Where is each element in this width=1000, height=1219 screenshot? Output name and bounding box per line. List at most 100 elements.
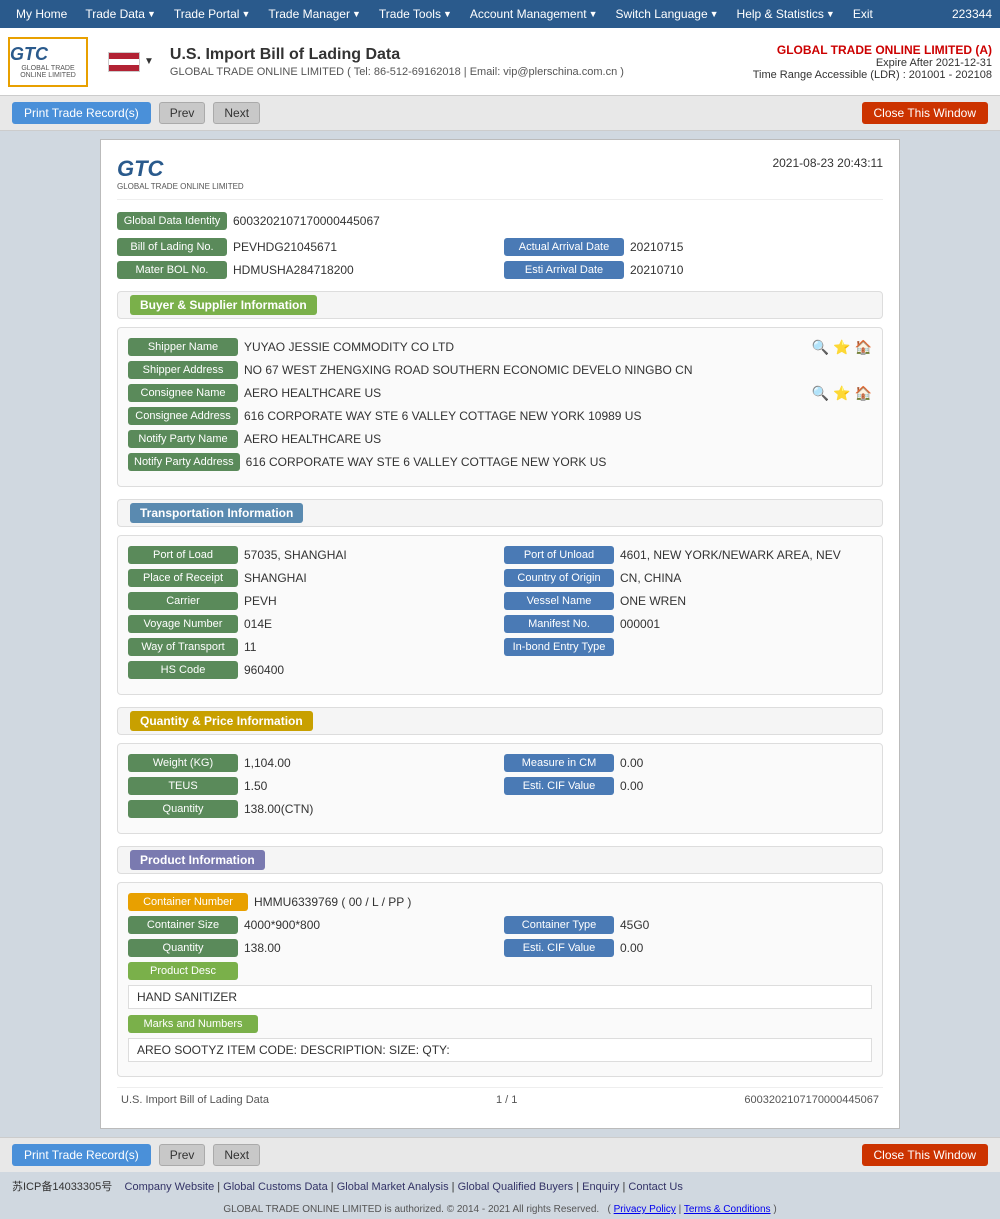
- nav-trade-data[interactable]: Trade Data ▼: [77, 3, 164, 25]
- nav-trade-portal[interactable]: Trade Portal ▼: [166, 3, 259, 25]
- teus-cif-row: TEUS 1.50 Esti. CIF Value 0.00: [128, 777, 872, 795]
- prod-esti-cif-value: 0.00: [620, 941, 872, 955]
- port-of-unload-col: Port of Unload 4601, NEW YORK/NEWARK ARE…: [504, 546, 872, 564]
- container-type-label: Container Type: [504, 916, 614, 934]
- title-area: U.S. Import Bill of Lading Data GLOBAL T…: [170, 46, 753, 78]
- footer-link-contact[interactable]: Contact Us: [628, 1181, 682, 1193]
- nav-switch-language[interactable]: Switch Language ▼: [608, 3, 727, 25]
- buyer-supplier-section: Shipper Name YUYAO JESSIE COMMODITY CO L…: [117, 327, 883, 487]
- flag-area[interactable]: ▼: [108, 52, 154, 72]
- in-bond-label: In-bond Entry Type: [504, 638, 614, 656]
- weight-value: 1,104.00: [244, 756, 496, 770]
- voyage-number-col: Voyage Number 014E: [128, 615, 496, 633]
- consignee-name-label: Consignee Name: [128, 384, 238, 402]
- consignee-name-row: Consignee Name AERO HEALTHCARE US 🔍 ⭐ 🏠: [128, 384, 872, 402]
- notify-party-addr-value: 616 CORPORATE WAY STE 6 VALLEY COTTAGE N…: [246, 455, 872, 469]
- hs-code-row: HS Code 960400: [128, 661, 872, 679]
- esti-arrival-col: Esti Arrival Date 20210710: [504, 261, 883, 279]
- nav-trade-tools[interactable]: Trade Tools ▼: [371, 3, 460, 25]
- nav-my-home[interactable]: My Home: [8, 3, 75, 25]
- nav-account-management[interactable]: Account Management ▼: [462, 3, 606, 25]
- print-button-bottom[interactable]: Print Trade Record(s): [12, 1144, 151, 1166]
- footer-icp: 苏ICP备14033305号: [12, 1181, 112, 1193]
- consignee-name-icons: 🔍 ⭐ 🏠: [812, 385, 872, 402]
- quantity-row: Quantity 138.00(CTN): [128, 800, 872, 818]
- port-row: Port of Load 57035, SHANGHAI Port of Unl…: [128, 546, 872, 564]
- consignee-search-icon[interactable]: 🔍: [812, 385, 829, 402]
- carrier-value: PEVH: [244, 594, 496, 608]
- report-logo: GTC: [117, 156, 244, 182]
- print-button-top[interactable]: Print Trade Record(s): [12, 102, 151, 124]
- consignee-addr-row: Consignee Address 616 CORPORATE WAY STE …: [128, 407, 872, 425]
- logo-area: GTC GLOBAL TRADE ONLINE LIMITED: [8, 37, 88, 87]
- prod-quantity-label: Quantity: [128, 939, 238, 957]
- shipper-search-icon[interactable]: 🔍: [812, 339, 829, 356]
- container-type-value: 45G0: [620, 918, 872, 932]
- time-range-info: Time Range Accessible (LDR) : 201001 - 2…: [753, 69, 992, 81]
- header-right: GLOBAL TRADE ONLINE LIMITED (A) Expire A…: [753, 43, 992, 81]
- shipper-home-icon[interactable]: 🏠: [855, 339, 872, 356]
- company-name: GLOBAL TRADE ONLINE LIMITED (A): [753, 43, 992, 57]
- esti-cif-col: Esti. CIF Value 0.00: [504, 777, 872, 795]
- manifest-no-label: Manifest No.: [504, 615, 614, 633]
- header-bar: GTC GLOBAL TRADE ONLINE LIMITED ▼ U.S. I…: [0, 28, 1000, 96]
- report-datetime: 2021-08-23 20:43:11: [772, 156, 883, 170]
- footer-link-buyers[interactable]: Global Qualified Buyers: [458, 1181, 574, 1193]
- logo-sub: GLOBAL TRADE ONLINE LIMITED: [10, 65, 86, 79]
- product-section-header: Product Information: [117, 846, 883, 874]
- shipper-addr-value: NO 67 WEST ZHENGXING ROAD SOUTHERN ECONO…: [244, 363, 872, 377]
- esti-arrival-label: Esti Arrival Date: [504, 261, 624, 279]
- weight-col: Weight (KG) 1,104.00: [128, 754, 496, 772]
- marks-numbers-value: AREO SOOTYZ ITEM CODE: DESCRIPTION: SIZE…: [128, 1038, 872, 1062]
- manifest-no-col: Manifest No. 000001: [504, 615, 872, 633]
- marks-numbers-row: Marks and Numbers: [128, 1015, 872, 1033]
- teus-label: TEUS: [128, 777, 238, 795]
- notify-party-name-label: Notify Party Name: [128, 430, 238, 448]
- vessel-name-value: ONE WREN: [620, 594, 872, 608]
- country-of-origin-col: Country of Origin CN, CHINA: [504, 569, 872, 587]
- close-button-bottom[interactable]: Close This Window: [862, 1144, 988, 1166]
- transportation-section-header: Transportation Information: [117, 499, 883, 527]
- measure-col: Measure in CM 0.00: [504, 754, 872, 772]
- nav-trade-manager[interactable]: Trade Manager ▼: [260, 3, 369, 25]
- receipt-origin-row: Place of Receipt SHANGHAI Country of Ori…: [128, 569, 872, 587]
- nav-help-statistics[interactable]: Help & Statistics ▼: [729, 3, 843, 25]
- footer-link-customs[interactable]: Global Customs Data: [223, 1181, 328, 1193]
- weight-label: Weight (KG): [128, 754, 238, 772]
- quantity-price-section: Weight (KG) 1,104.00 Measure in CM 0.00 …: [117, 743, 883, 834]
- privacy-policy-link[interactable]: Privacy Policy: [614, 1204, 676, 1215]
- next-button-bottom[interactable]: Next: [213, 1144, 260, 1166]
- prod-quantity-cif-row: Quantity 138.00 Esti. CIF Value 0.00: [128, 939, 872, 957]
- main-wrapper: GTC GLOBAL TRADE ONLINE LIMITED 2021-08-…: [0, 131, 1000, 1137]
- consignee-home-icon[interactable]: 🏠: [855, 385, 872, 402]
- footer-link-company[interactable]: Company Website: [125, 1181, 215, 1193]
- place-of-receipt-label: Place of Receipt: [128, 569, 238, 587]
- carrier-vessel-row: Carrier PEVH Vessel Name ONE WREN: [128, 592, 872, 610]
- footer-link-market[interactable]: Global Market Analysis: [337, 1181, 449, 1193]
- consignee-star-icon[interactable]: ⭐: [833, 385, 850, 402]
- footer-link-enquiry[interactable]: Enquiry: [582, 1181, 619, 1193]
- country-of-origin-value: CN, CHINA: [620, 571, 872, 585]
- logo-text: GTC: [10, 44, 86, 65]
- voyage-number-label: Voyage Number: [128, 615, 238, 633]
- container-number-label: Container Number: [128, 893, 248, 911]
- master-bol-col: Mater BOL No. HDMUSHA284718200: [117, 261, 496, 279]
- hs-code-value: 960400: [244, 663, 872, 677]
- terms-conditions-link[interactable]: Terms & Conditions: [684, 1204, 771, 1215]
- next-button-top[interactable]: Next: [213, 102, 260, 124]
- container-size-type-row: Container Size 4000*900*800 Container Ty…: [128, 916, 872, 934]
- master-bol-label: Mater BOL No.: [117, 261, 227, 279]
- vessel-name-label: Vessel Name: [504, 592, 614, 610]
- prev-button-bottom[interactable]: Prev: [159, 1144, 206, 1166]
- nav-items: My Home Trade Data ▼ Trade Portal ▼ Trad…: [8, 3, 881, 25]
- prev-button-top[interactable]: Prev: [159, 102, 206, 124]
- shipper-star-icon[interactable]: ⭐: [833, 339, 850, 356]
- port-of-unload-value: 4601, NEW YORK/NEWARK AREA, NEV: [620, 548, 872, 562]
- master-bol-row: Mater BOL No. HDMUSHA284718200 Esti Arri…: [117, 261, 883, 279]
- close-button-top[interactable]: Close This Window: [862, 102, 988, 124]
- content-card: GTC GLOBAL TRADE ONLINE LIMITED 2021-08-…: [100, 139, 900, 1129]
- actual-arrival-value: 20210715: [630, 240, 883, 254]
- nav-exit[interactable]: Exit: [845, 3, 881, 25]
- flag-dropdown-arrow[interactable]: ▼: [144, 56, 154, 67]
- weight-measure-row: Weight (KG) 1,104.00 Measure in CM 0.00: [128, 754, 872, 772]
